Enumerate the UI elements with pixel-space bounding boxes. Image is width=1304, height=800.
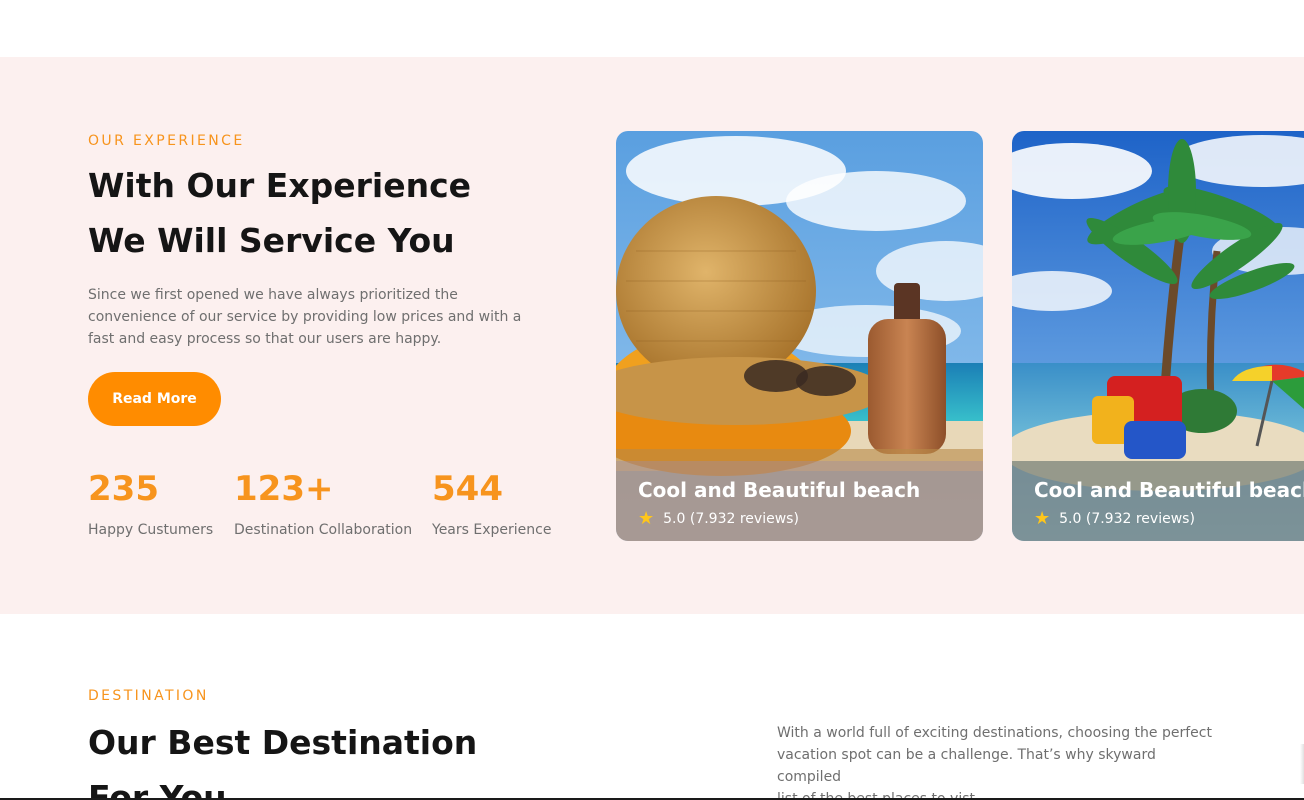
card-caption: Cool and Beautiful beach ★ 5.0 (7.932 re… [616,461,983,541]
top-spacer [0,0,1304,57]
section-title: Our Best Destination For You [88,715,548,800]
section-description: With a world full of exciting destinatio… [777,722,1217,800]
section-eyebrow: OUR EXPERIENCE [88,133,245,149]
card-rating-text: 5.0 (7.932 reviews) [663,511,799,527]
destination-card[interactable]: Cool and Beautiful beach ★ 5.0 (7.932 re… [1012,131,1304,541]
card-caption: Cool and Beautiful beach ★ 5.0 (7.932 re… [1012,461,1304,541]
section-title-line-1: With Our Experience [88,166,472,205]
section-title-line-2: We Will Service You [88,221,455,260]
star-icon: ★ [638,508,655,529]
description-line-3: fast and easy process so that our users … [88,331,442,347]
star-icon: ★ [1034,508,1051,529]
section-title-line-1: Our Best Destination [88,723,478,762]
card-rating: ★ 5.0 (7.932 reviews) [638,510,799,528]
card-title: Cool and Beautiful beach [1034,478,1304,502]
stat-label-happy-customers: Happy Custumers [88,522,214,538]
description-line-1: With a world full of exciting destinatio… [777,725,1212,741]
section-title-line-2: For You [88,778,227,800]
stat-label-years-experience: Years Experience [432,522,552,538]
destination-section: DESTINATION Our Best Destination For You… [0,614,1304,800]
description-line-2: convenience of our service by providing … [88,309,522,325]
stat-value-years-experience: 544 [432,469,503,509]
stat-label-destination-collaboration: Destination Collaboration [234,522,413,538]
section-description: Since we first opened we have always pri… [88,284,528,350]
read-more-button[interactable]: Read More [88,372,221,426]
card-rating-text: 5.0 (7.932 reviews) [1059,511,1195,527]
experience-section: OUR EXPERIENCE With Our Experience We Wi… [0,57,1304,614]
card-title: Cool and Beautiful beach [638,478,921,502]
scroll-edge-shadow [1300,744,1304,784]
section-title: With Our Experience We Will Service You [88,158,548,268]
stat-value-happy-customers: 235 [88,469,159,509]
description-line-1: Since we first opened we have always pri… [88,287,458,303]
section-eyebrow: DESTINATION [88,688,209,704]
card-rating: ★ 5.0 (7.932 reviews) [1034,510,1195,528]
description-line-2: vacation spot can be a challenge. That’s… [777,747,1156,785]
destination-card[interactable]: Cool and Beautiful beach ★ 5.0 (7.932 re… [616,131,983,541]
stat-value-destination-collaboration: 123+ [234,469,334,509]
